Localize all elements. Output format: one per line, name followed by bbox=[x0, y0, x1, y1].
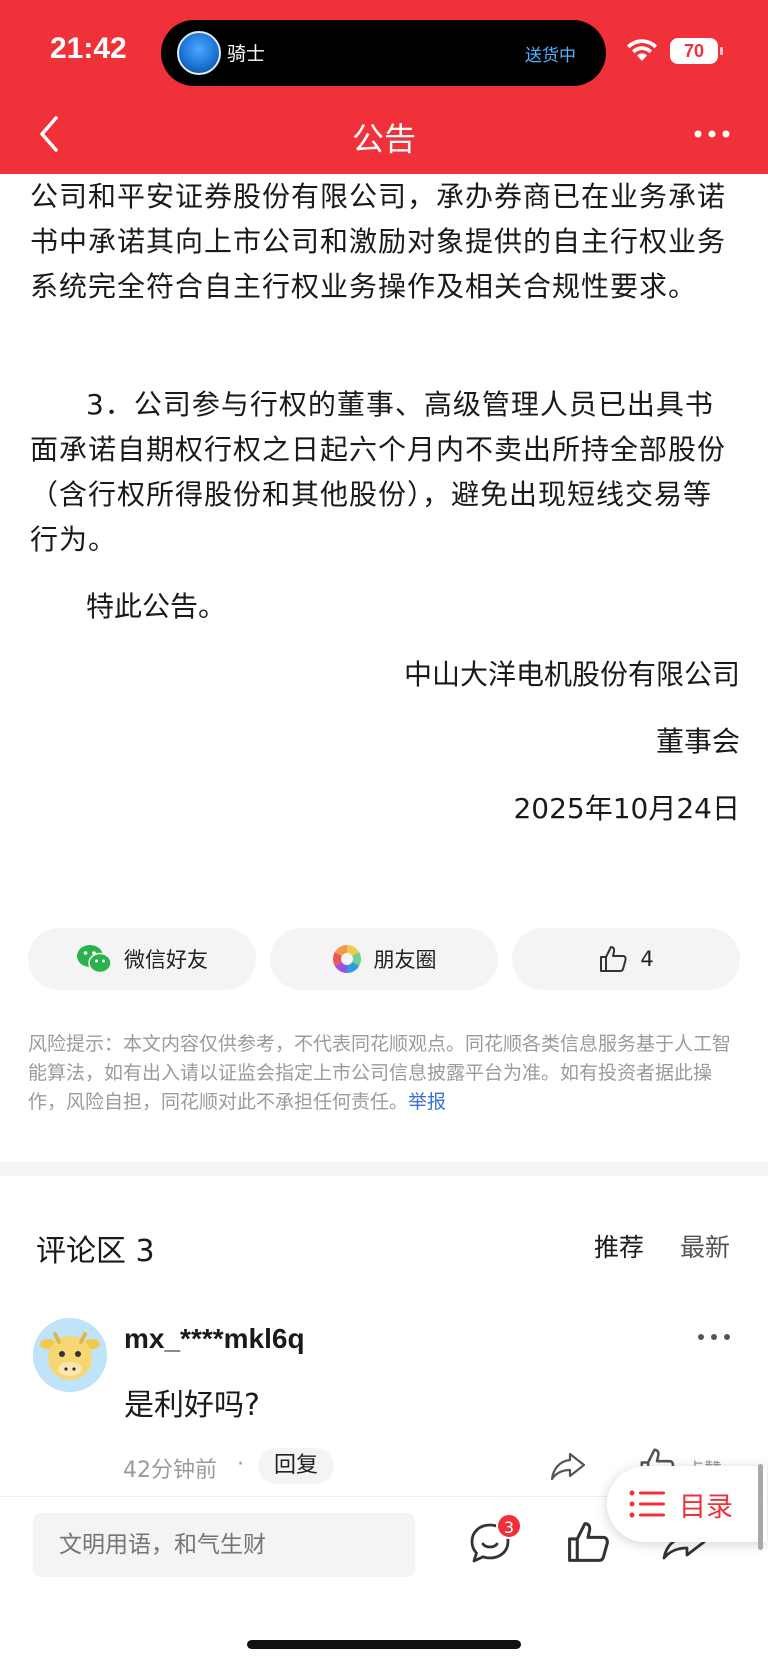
moments-icon bbox=[332, 945, 361, 973]
scrollbar[interactable] bbox=[758, 1464, 763, 1550]
report-link[interactable]: 举报 bbox=[408, 1091, 446, 1113]
toc-label: 目录 bbox=[679, 1491, 733, 1523]
signature-date: 2025年10月24日 bbox=[513, 792, 740, 825]
avatar[interactable] bbox=[33, 1318, 107, 1392]
sort-latest-tab[interactable]: 最新 bbox=[680, 1228, 730, 1264]
wechat-icon bbox=[77, 945, 112, 974]
more-options-icon[interactable] bbox=[692, 124, 732, 144]
status-time: 21:42 bbox=[50, 32, 127, 65]
battery-indicator: 70 bbox=[670, 38, 723, 64]
comments-title: 评论区 3 bbox=[36, 1234, 155, 1269]
signature-company: 中山大洋电机股份有限公司 bbox=[403, 658, 740, 691]
comment-input[interactable] bbox=[33, 1513, 415, 1577]
share-row: 微信好友 朋友圈 4 bbox=[28, 928, 740, 990]
thumbs-up-icon[interactable] bbox=[565, 1519, 611, 1565]
list-icon bbox=[629, 1490, 665, 1518]
home-indicator[interactable] bbox=[247, 1640, 521, 1649]
dynamic-island[interactable]: 骑士 送货中 bbox=[161, 20, 606, 86]
comment-more-icon[interactable] bbox=[696, 1332, 732, 1342]
paragraph: 3．公司参与行权的董事、高级管理人员已出具书面承诺自期权行权之日起六个月内不卖出… bbox=[30, 388, 727, 556]
paragraph: 公司和平安证券股份有限公司，承办券商已在业务承诺书中承诺其向上市公司和激励对象提… bbox=[30, 180, 727, 303]
knight-avatar-icon bbox=[177, 31, 221, 75]
like-count: 4 bbox=[640, 947, 654, 971]
comment-count-badge: 3 bbox=[496, 1513, 522, 1539]
sort-recommend-tab[interactable]: 推荐 bbox=[594, 1228, 644, 1264]
island-label: 骑士 bbox=[227, 43, 266, 65]
share-moments-button[interactable]: 朋友圈 bbox=[270, 928, 498, 990]
separator-dot: · bbox=[237, 1452, 244, 1477]
comment-username[interactable]: mx_****mkl6q bbox=[124, 1323, 305, 1355]
comment-text: 是利好吗? bbox=[124, 1388, 260, 1423]
risk-text: 风险提示：本文内容仅供参考，不代表同花顺观点。同花顺各类信息服务基于人工智能算法… bbox=[28, 1033, 732, 1113]
comment-time: 42分钟前 bbox=[123, 1458, 217, 1483]
share-wechat-label: 微信好友 bbox=[124, 948, 208, 972]
island-status: 送货中 bbox=[525, 46, 576, 66]
wifi-icon bbox=[627, 39, 657, 61]
reply-button[interactable]: 回复 bbox=[258, 1448, 335, 1484]
risk-disclaimer: 风险提示：本文内容仅供参考，不代表同花顺观点。同花顺各类信息服务基于人工智能算法… bbox=[28, 1030, 740, 1117]
closing-line: 特此公告。 bbox=[86, 590, 227, 623]
page-title: 公告 bbox=[351, 120, 416, 158]
app-header: 21:42 骑士 送货中 70 公告 bbox=[0, 0, 768, 174]
signature-board: 董事会 bbox=[655, 725, 740, 758]
table-of-contents-button[interactable]: 目录 bbox=[607, 1466, 767, 1542]
section-divider bbox=[0, 1162, 768, 1176]
cow-avatar-icon bbox=[33, 1318, 107, 1392]
share-wechat-button[interactable]: 微信好友 bbox=[28, 928, 256, 990]
like-button[interactable]: 4 bbox=[512, 928, 740, 990]
status-icons: 70 bbox=[626, 38, 723, 64]
thumbs-up-icon bbox=[600, 946, 627, 972]
comment-share-icon[interactable] bbox=[548, 1448, 588, 1484]
share-moments-label: 朋友圈 bbox=[373, 948, 437, 972]
